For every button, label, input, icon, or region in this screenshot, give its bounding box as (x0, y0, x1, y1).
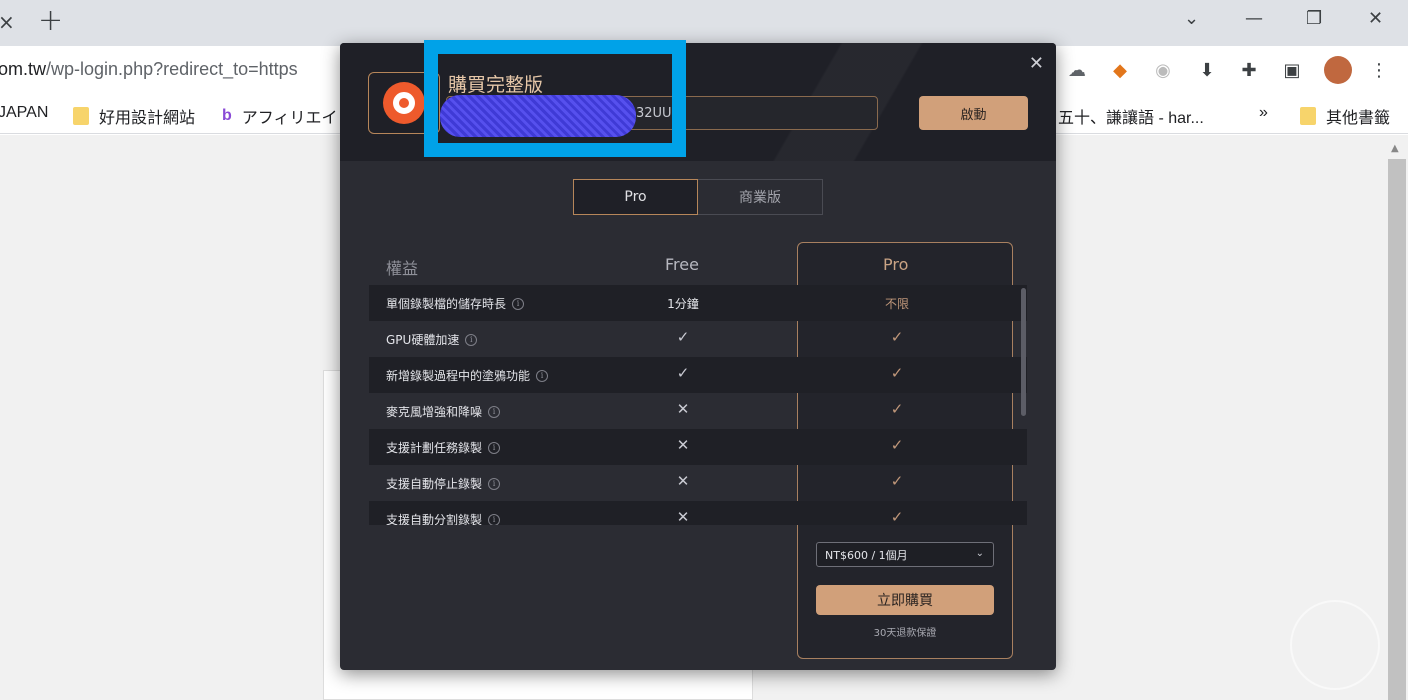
bookmark-label: JAPAN (0, 104, 49, 121)
tab-pro[interactable]: Pro (573, 179, 698, 215)
close-window-icon[interactable]: ✕ (1368, 8, 1383, 29)
info-icon[interactable]: i (536, 369, 549, 382)
feature-list-scrollbar[interactable] (1021, 288, 1026, 416)
folder-icon (1300, 107, 1316, 125)
dialog-close-icon[interactable]: ✕ (1029, 53, 1044, 74)
bookmark-other[interactable]: 其他書籤 (1300, 104, 1390, 128)
watermark-logo (1290, 600, 1380, 690)
side-panel-icon[interactable]: ▣ (1281, 59, 1303, 81)
feature-row: 新增錄製過程中的塗鴉功能 i ✓ ✓ (369, 357, 1027, 393)
info-icon[interactable]: i (512, 297, 525, 310)
chevron-down-icon[interactable]: ⌄ (1184, 8, 1199, 29)
header-benefit: 權益 (386, 259, 419, 278)
feature-row: 支援自動分割錄製 i ✕ ✓ (369, 501, 1027, 525)
feature-label: 支援計劃任務錄製 (386, 441, 483, 455)
feature-row: 支援計劃任務錄製 i ✕ ✓ (369, 429, 1027, 465)
info-icon[interactable]: i (488, 477, 501, 490)
url-field[interactable]: om.tw/wp-login.php?redirect_to=https (0, 59, 298, 80)
check-icon: ✓ (890, 508, 904, 525)
plan-tabs: Pro 商業版 (573, 179, 824, 215)
feature-row: 單個錄製檔的儲存時長 i 1分鐘 不限 (369, 285, 1027, 321)
folder-icon (73, 107, 89, 125)
feature-row: 支援自動停止錄製 i ✕ ✓ (369, 465, 1027, 501)
feature-label: 支援自動分割錄製 (386, 513, 483, 525)
cloud-ext-icon[interactable]: ☁ (1066, 59, 1088, 81)
header-free: Free (665, 255, 699, 274)
feature-row: 麥克風增強和降噪 i ✕ ✓ (369, 393, 1027, 429)
bookmark-keigo[interactable]: 五十、謙讓語 - har... (1058, 104, 1204, 128)
feature-label: 新增錄製過程中的塗鴉功能 (386, 369, 531, 383)
grammar-ext-icon[interactable]: ◉ (1152, 59, 1174, 81)
info-icon[interactable]: i (488, 405, 501, 418)
feature-label: GPU硬體加速 (386, 333, 460, 347)
feature-label: 麥克風增強和降噪 (386, 405, 483, 419)
free-value: 1分鐘 (667, 297, 699, 311)
avatar[interactable] (1324, 56, 1352, 84)
check-icon: ✓ (890, 328, 904, 346)
check-icon: ✓ (890, 400, 904, 418)
info-icon[interactable]: i (488, 513, 501, 525)
restore-icon[interactable]: ❐ (1306, 8, 1322, 29)
bookmarks-overflow-button[interactable]: » (1259, 104, 1268, 122)
pro-value: 不限 (884, 297, 909, 311)
bookmark-japan[interactable]: JAPAN (0, 104, 48, 122)
new-tab-button[interactable]: + (38, 6, 63, 36)
browser-tab-bar: × + ⌄ — ❐ ✕ (0, 0, 1408, 46)
bookmark-design-sites[interactable]: 好用設計網站 (73, 104, 195, 128)
kebab-menu-icon[interactable]: ⋮ (1368, 59, 1390, 81)
scrollbar-thumb[interactable] (1388, 159, 1406, 700)
info-icon[interactable]: i (488, 441, 501, 454)
refund-guarantee: 30天退款保證 (873, 628, 937, 639)
feature-label: 支援自動停止錄製 (386, 477, 483, 491)
scroll-up-icon[interactable]: ▲ (1391, 143, 1399, 154)
puzzle-icon[interactable]: ✚ (1238, 59, 1260, 81)
header-pro: Pro (883, 255, 909, 274)
bookmark-label: 其他書籤 (1326, 110, 1391, 127)
check-icon: ✓ (676, 328, 690, 346)
bookmark-label: » (1259, 104, 1268, 121)
minimize-icon[interactable]: — (1245, 8, 1263, 29)
tab-close-icon[interactable]: × (0, 10, 15, 34)
bookmark-affiliate[interactable]: b アフィリエイ (222, 104, 337, 128)
cross-icon: ✕ (676, 508, 690, 525)
annotation-highlight-box (424, 40, 686, 157)
url-path: /wp-login.php?redirect_to=https (46, 59, 298, 79)
url-host: om.tw (0, 59, 47, 79)
bookmark-label: 五十、謙讓語 - har... (1058, 110, 1204, 127)
bookmark-label: 好用設計網站 (99, 110, 196, 127)
bookmark-label: アフィリエイ (241, 110, 338, 127)
tab-business[interactable]: 商業版 (698, 179, 823, 215)
cross-icon: ✕ (676, 436, 690, 454)
check-icon: ✓ (890, 436, 904, 454)
feature-label: 單個錄製檔的儲存時長 (386, 297, 507, 311)
plan-select[interactable]: NT$600 / 1個月 ⌄ (816, 542, 994, 567)
b-logo-icon: b (222, 107, 232, 124)
check-icon: ✓ (890, 364, 904, 382)
cross-icon: ✕ (676, 400, 690, 418)
feature-list[interactable]: 單個錄製檔的儲存時長 i 1分鐘 不限 GPU硬體加速 i ✓ ✓ 新增錄製過程中的… (340, 285, 1056, 525)
cross-icon: ✕ (676, 472, 690, 490)
plan-select-value: NT$600 / 1個月 (825, 548, 908, 562)
chevron-down-icon: ⌄ (975, 548, 984, 559)
buy-now-button[interactable]: 立即購買 (816, 585, 994, 615)
check-icon: ✓ (676, 364, 690, 382)
record-logo-icon (383, 82, 425, 124)
page-scrollbar[interactable]: ▲ (1386, 135, 1408, 700)
feature-row: GPU硬體加速 i ✓ ✓ (369, 321, 1027, 357)
download-ext-icon[interactable]: ⬇ (1196, 59, 1218, 81)
metamask-fox-icon[interactable]: ◆ (1109, 59, 1131, 81)
check-icon: ✓ (890, 472, 904, 490)
info-icon[interactable]: i (465, 333, 478, 346)
activate-button[interactable]: 啟動 (919, 96, 1028, 130)
